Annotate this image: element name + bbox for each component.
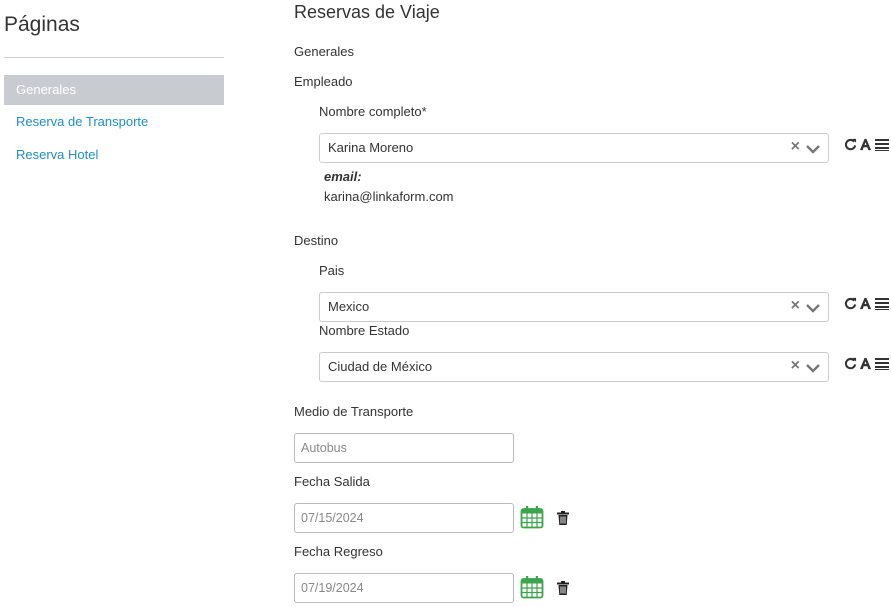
full-name-select[interactable]: Karina Moreno × — [319, 133, 829, 163]
field-tools — [844, 357, 891, 371]
list-icon[interactable] — [875, 297, 889, 315]
full-name-value: Karina Moreno — [328, 140, 414, 155]
font-icon[interactable] — [859, 357, 872, 375]
country-label: Pais — [319, 263, 345, 278]
departure-date-value: 07/15/2024 — [301, 511, 364, 525]
return-date-field[interactable]: 07/19/2024 — [294, 573, 514, 603]
section-generales-heading: Generales — [294, 44, 354, 59]
sidebar-divider — [4, 57, 224, 58]
sidebar-item-generales[interactable]: Generales — [4, 75, 224, 105]
sidebar-item-reserva-hotel[interactable]: Reserva Hotel — [4, 140, 224, 170]
list-icon[interactable] — [875, 357, 889, 375]
state-value: Ciudad de México — [328, 359, 433, 374]
email-value: karina@linkaform.com — [324, 189, 454, 204]
list-icon[interactable] — [875, 138, 889, 156]
chevron-down-icon[interactable] — [804, 359, 822, 377]
country-value: Mexico — [328, 299, 370, 314]
group-destino-heading: Destino — [294, 233, 339, 248]
departure-label: Fecha Salida — [294, 474, 370, 489]
full-name-label: Nombre completo* — [319, 104, 427, 119]
font-icon[interactable] — [859, 297, 872, 315]
departure-date-field[interactable]: 07/15/2024 — [294, 503, 514, 533]
state-select[interactable]: Ciudad de México × — [319, 352, 829, 382]
return-date-value: 07/19/2024 — [301, 581, 364, 595]
refresh-icon[interactable] — [844, 297, 857, 315]
calendar-icon[interactable] — [520, 575, 544, 599]
email-label: email: — [324, 169, 362, 184]
chevron-down-icon[interactable] — [804, 299, 822, 317]
form-main: Reservas de Viaje Generales Empleado Nom… — [294, 0, 891, 607]
clear-icon[interactable]: × — [791, 297, 800, 315]
select-gap — [427, 134, 455, 136]
trash-icon[interactable] — [556, 581, 570, 595]
calendar-icon[interactable] — [520, 505, 544, 529]
clear-icon[interactable]: × — [791, 138, 800, 156]
group-empleado-heading: Empleado — [294, 74, 353, 89]
sidebar-item-reserva-transporte[interactable]: Reserva de Transporte — [4, 107, 224, 137]
trash-icon[interactable] — [556, 511, 570, 525]
refresh-icon[interactable] — [844, 357, 857, 375]
sidebar-title: Páginas — [4, 13, 80, 36]
field-tools — [844, 138, 891, 152]
clear-icon[interactable]: × — [791, 357, 800, 375]
state-label: Nombre Estado — [319, 323, 410, 338]
country-select[interactable]: Mexico × — [319, 292, 829, 322]
page-title: Reservas de Viaje — [294, 2, 440, 22]
refresh-icon[interactable] — [844, 138, 857, 156]
font-icon[interactable] — [859, 138, 872, 156]
chevron-down-icon[interactable] — [804, 140, 822, 158]
transport-input[interactable] — [301, 435, 507, 461]
field-tools — [844, 297, 891, 311]
transport-label: Medio de Transporte — [294, 404, 414, 419]
return-label: Fecha Regreso — [294, 544, 383, 559]
transport-field[interactable] — [294, 433, 514, 463]
